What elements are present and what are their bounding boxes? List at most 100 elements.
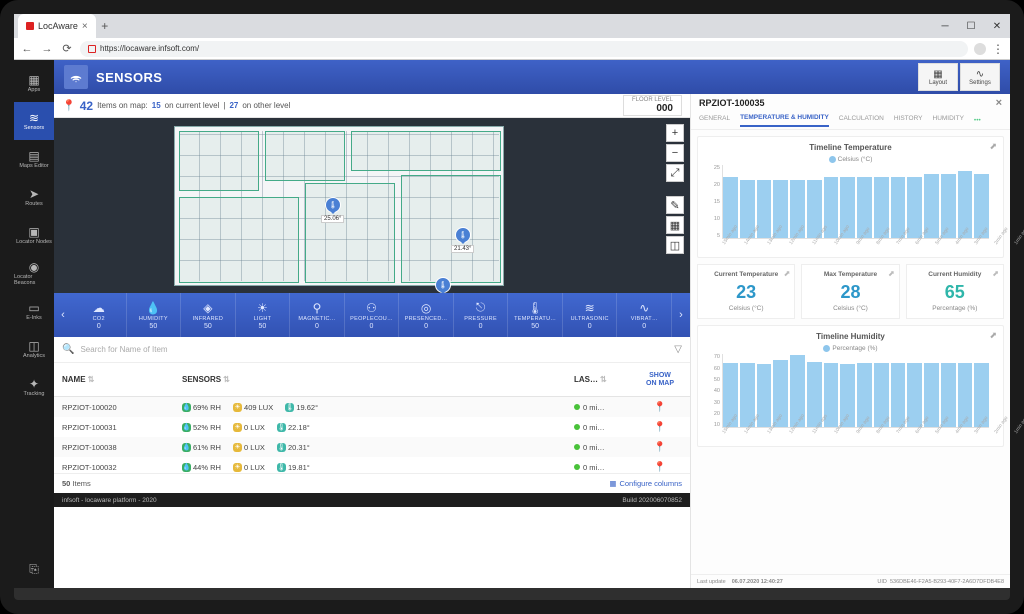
status-dot-icon (574, 424, 580, 430)
sensor-type-magnetic[interactable]: ⚲MAGNETIC…0 (290, 293, 345, 337)
expand-icon[interactable]: ⬈ (888, 269, 895, 278)
map-sensor-marker[interactable]: 🌡 (455, 227, 471, 243)
footer-right: Build 202006070852 (622, 497, 682, 504)
window-close-icon[interactable]: ✕ (984, 14, 1010, 38)
sensor-type-peoplecou[interactable]: ⚇PEOPLECOU…0 (345, 293, 400, 337)
sensor-type-light[interactable]: ☀LIGHT50 (236, 293, 291, 337)
detail-tab-calculation[interactable]: CALCULATION (839, 115, 884, 126)
detail-footer: Last update 06.07.2020 12:40:27 UID 536D… (691, 574, 1010, 588)
expand-icon[interactable]: ⬈ (989, 330, 997, 341)
zoom-out-button[interactable]: − (666, 144, 684, 162)
sensor-type-infrared[interactable]: ◈INFRARED50 (181, 293, 236, 337)
detail-tab-history[interactable]: HISTORY (894, 115, 923, 126)
other-level-count: 27 (229, 101, 238, 110)
window-maximize-icon[interactable]: ☐ (958, 14, 984, 38)
app-footer: infsoft - locaware platform - 2020 Build… (54, 493, 690, 507)
sort-icon[interactable]: ⇅ (223, 375, 230, 384)
sensor-type-vibrat[interactable]: ∿VIBRAT…0 (617, 293, 672, 337)
detail-tab-humidity[interactable]: HUMIDITY (933, 115, 964, 126)
window-minimize-icon[interactable]: ─ (932, 14, 958, 38)
sidenav-item-locator-nodes[interactable]: ▣Locator Nodes (14, 216, 54, 254)
new-tab-button[interactable]: + (96, 14, 114, 38)
sensor-type-icon: 🌡 (528, 301, 543, 315)
table-row[interactable]: RPZIOT-100032 💧44% RH ☀0 LUX 🌡19.81° 0 m… (54, 457, 690, 473)
expand-icon[interactable]: ⬈ (784, 269, 791, 278)
filter-icon[interactable]: ▽ (674, 344, 682, 355)
col-sensors[interactable]: SENSORS (182, 375, 221, 384)
locator beacons-icon: ◉ (29, 261, 39, 273)
show-on-map-button[interactable]: 📍 (638, 462, 682, 473)
sensor-type-humidity[interactable]: 💧HUMIDITY50 (127, 293, 182, 337)
col-last[interactable]: LAS… (574, 375, 598, 384)
table-row[interactable]: RPZIOT-100038 💧61% RH ☀0 LUX 🌡20.31° 0 m… (54, 437, 690, 457)
other-level-label: on other level (242, 101, 290, 110)
zoom-in-button[interactable]: + (666, 124, 684, 142)
sidenav-item-e-inks[interactable]: ▭E-Inks (14, 292, 54, 330)
strip-prev-icon[interactable]: ‹ (54, 293, 72, 337)
sensor-type-co[interactable]: ☁CO20 (72, 293, 127, 337)
strip-next-icon[interactable]: › (672, 293, 690, 337)
detail-tab-general[interactable]: GENERAL (699, 115, 730, 126)
sort-icon[interactable]: ⇅ (600, 375, 607, 384)
sidenav-item-routes[interactable]: ➤Routes (14, 178, 54, 216)
close-panel-icon[interactable]: × (996, 97, 1002, 109)
floor-map[interactable]: 🌡25.06°🌡21.43°🌡21.5° + − ⤢ ✎ ▦ ◫ (54, 118, 690, 293)
select-area-button[interactable]: ◫ (666, 236, 684, 254)
sidenav-item-analytics[interactable]: ◫Analytics (14, 330, 54, 368)
sort-icon[interactable]: ⇅ (88, 375, 95, 384)
expand-icon[interactable]: ⬈ (989, 141, 997, 152)
site-identity-icon (88, 45, 96, 53)
items-count: 42 (80, 99, 93, 113)
sidenav-item-maps-editor[interactable]: ▤Maps Editor (14, 140, 54, 178)
expand-icon[interactable]: ⬈ (992, 269, 999, 278)
edit-map-button[interactable]: ✎ (666, 196, 684, 214)
browser-tab[interactable]: LocAware × (18, 14, 96, 38)
nav-back-icon[interactable]: ← (20, 43, 34, 55)
sensor-type-pressure[interactable]: ⎋PRESSURE0 (454, 293, 509, 337)
sensor-type-icon: ⚲ (313, 301, 322, 315)
sensor-type-temperatu[interactable]: 🌡TEMPERATU…50 (508, 293, 563, 337)
table-row[interactable]: RPZIOT-100031 💧52% RH ☀0 LUX 🌡22.18° 0 m… (54, 417, 690, 437)
nav-reload-icon[interactable]: ⟳ (60, 42, 74, 55)
detail-tabs: GENERAL TEMPERATURE & HUMIDITY CALCULATION… (691, 112, 1010, 130)
sensor-type-ultrasonic[interactable]: ≋ULTRASONIC0 (563, 293, 618, 337)
map-sensor-marker[interactable]: 🌡 (435, 277, 451, 293)
search-input[interactable]: Search for Name of Item (80, 345, 668, 354)
logout-button[interactable]: ⎘ (14, 550, 54, 588)
layout-button[interactable]: ▦Layout (918, 63, 958, 91)
pin-icon: 📍 (62, 99, 76, 112)
sidenav-item-tracking[interactable]: ✦Tracking (14, 368, 54, 406)
sensor-type-icon: ⚇ (366, 301, 377, 315)
map-sensor-label: 21.43° (451, 245, 474, 253)
url-input[interactable]: https://locaware.infsoft.com/ (80, 41, 968, 57)
light-icon: ☀ (233, 403, 242, 412)
floor-level-selector[interactable]: FLOOR LEVEL 000 (623, 95, 682, 117)
zoom-reset-button[interactable]: ⤢ (666, 164, 684, 182)
more-tabs-icon[interactable]: ••• (974, 117, 981, 124)
configure-columns-button[interactable]: ▦ Configure columns (609, 479, 682, 488)
col-name[interactable]: NAME (62, 375, 86, 384)
detail-tab-temperature---humidity[interactable]: TEMPERATURE & HUMIDITY (740, 114, 829, 127)
nav-forward-icon[interactable]: → (40, 43, 54, 55)
show-on-map-button[interactable]: 📍 (638, 402, 682, 413)
stat-card: ⬈Current Temperature23Celsius (°C) (697, 264, 795, 319)
browser-menu-icon[interactable]: ⋮ (992, 42, 1004, 56)
show-on-map-button[interactable]: 📍 (638, 422, 682, 433)
sidenav-item-sensors[interactable]: ≋Sensors (14, 102, 54, 140)
table-footer: 50 Items ▦ Configure columns (54, 473, 690, 493)
settings-button[interactable]: ∿Settings (960, 63, 1000, 91)
table-row[interactable]: RPZIOT-100020 💧69% RH ☀409 LUX 🌡19.62° 0… (54, 397, 690, 417)
layers-button[interactable]: ▦ (666, 216, 684, 234)
col-show-on-map[interactable]: SHOWON MAP (638, 372, 682, 387)
close-tab-icon[interactable]: × (82, 21, 88, 32)
map-sensor-marker[interactable]: 🌡 (325, 197, 341, 213)
sidenav-item-locator-beacons[interactable]: ◉Locator Beacons (14, 254, 54, 292)
light-icon: ☀ (233, 423, 242, 432)
show-on-map-button[interactable]: 📍 (638, 442, 682, 453)
humidity-icon: 💧 (182, 463, 191, 472)
sidenav-item-apps[interactable]: ▦Apps (14, 64, 54, 102)
detail-panel: RPZIOT-100035 × GENERAL TEMPERATURE & HUM… (690, 94, 1010, 588)
detail-title: RPZIOT-100035 (699, 98, 765, 108)
sensor-type-presenced[interactable]: ◎PRESENCED…0 (399, 293, 454, 337)
profile-avatar-icon[interactable] (974, 43, 986, 55)
